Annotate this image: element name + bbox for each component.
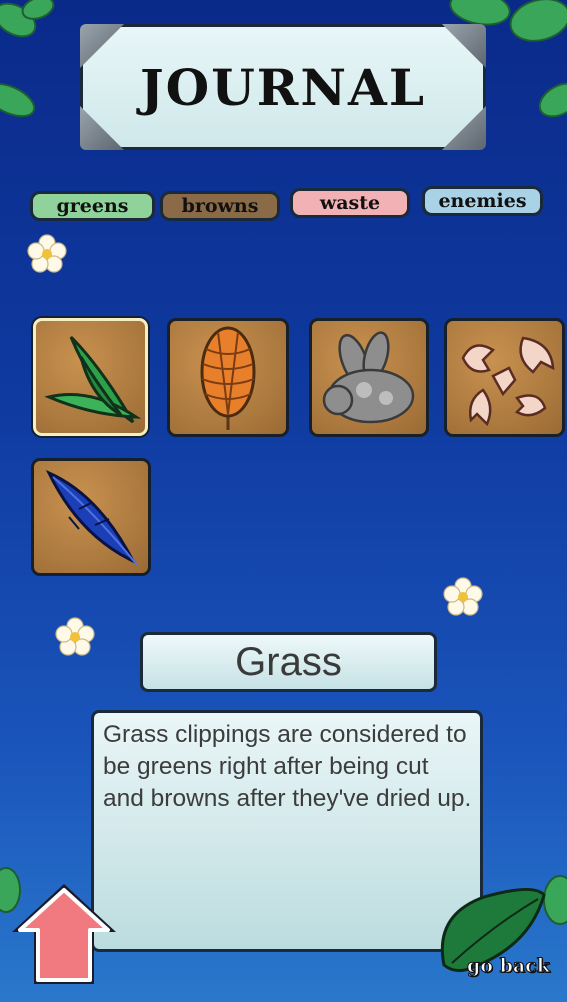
flower-decoration [55, 617, 95, 656]
up-arrow-icon [12, 884, 116, 984]
tab-enemies[interactable]: enemies [422, 186, 543, 216]
metal-corner [442, 24, 486, 68]
metal-corner [80, 24, 124, 68]
feather-icon [45, 469, 138, 566]
leaf-decoration-top-left [0, 0, 55, 118]
pinecone-icon [200, 326, 256, 430]
tab-greens[interactable]: greens [30, 191, 155, 221]
metal-corner [80, 106, 124, 150]
item-slot-pinecone[interactable] [167, 318, 289, 437]
item-slot-eggshells[interactable] [444, 318, 565, 437]
flower-decoration [443, 577, 483, 616]
grass-icon [43, 335, 141, 424]
tab-browns[interactable]: browns [160, 191, 280, 221]
metal-corner [442, 106, 486, 150]
tab-waste[interactable]: waste [290, 188, 410, 218]
eggshells-icon [461, 336, 554, 426]
flower-decoration [27, 234, 67, 273]
item-slot-grass[interactable] [33, 318, 148, 436]
go-back-label[interactable]: go back [467, 955, 551, 978]
item-slot-feather[interactable] [31, 458, 151, 576]
journal-title-panel: JOURNAL [80, 24, 486, 150]
item-slot-dust-bunny[interactable] [309, 318, 429, 437]
item-name-label: Grass [140, 632, 437, 692]
home-button[interactable] [8, 880, 120, 990]
dust-bunny-icon [322, 330, 415, 423]
page-title: JOURNAL [139, 57, 427, 117]
item-description: Grass clippings are considered to be gre… [91, 710, 483, 952]
